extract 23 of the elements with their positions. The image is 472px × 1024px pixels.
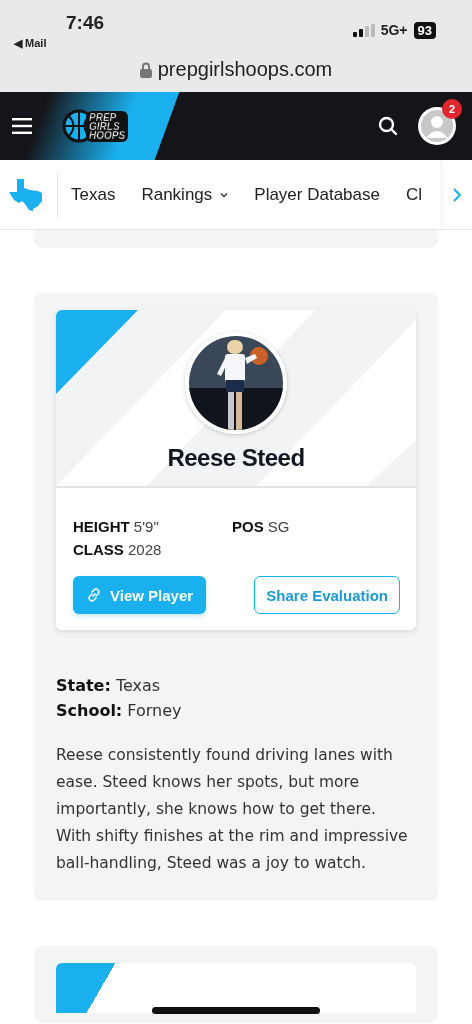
avatar-button[interactable]: [418, 107, 456, 145]
network-label: 5G+: [380, 22, 408, 38]
detail-line: School: Forney: [56, 701, 183, 720]
nav-link[interactable]: Player Database: [254, 184, 380, 205]
nav-link[interactable]: Texas: [71, 184, 116, 205]
menu-icon[interactable]: [12, 118, 32, 134]
detail-line: State: Texas: [56, 676, 162, 695]
nav-link[interactable]: Cl: [406, 184, 423, 205]
nav-link[interactable]: Rankings: [141, 184, 229, 205]
url-text[interactable]: prepgirlshoops.com: [157, 58, 333, 81]
player-stat: CLASS 2028: [73, 541, 163, 558]
player-stat: POS SG: [232, 518, 291, 535]
notification-badge: 2: [442, 99, 462, 119]
player-stat: HEIGHT 5'9": [73, 518, 160, 535]
back-link[interactable]: ◀ Mail: [14, 37, 47, 50]
link-icon: [86, 587, 102, 603]
status-time: 7:46: [66, 12, 105, 34]
lock-icon: [139, 61, 152, 78]
search-icon[interactable]: [378, 116, 398, 136]
evaluation-text: Reese consistently found driving lanes with ease. Steed knows her spots, but more importantly, she knows how to get there. With shifty finishes at the rim and impressive ball-handling, Steed was a joy to watch.: [56, 745, 409, 874]
signal-icon: [352, 23, 375, 37]
player-name: Reese Steed: [167, 444, 305, 472]
battery-level: 93: [413, 21, 436, 39]
